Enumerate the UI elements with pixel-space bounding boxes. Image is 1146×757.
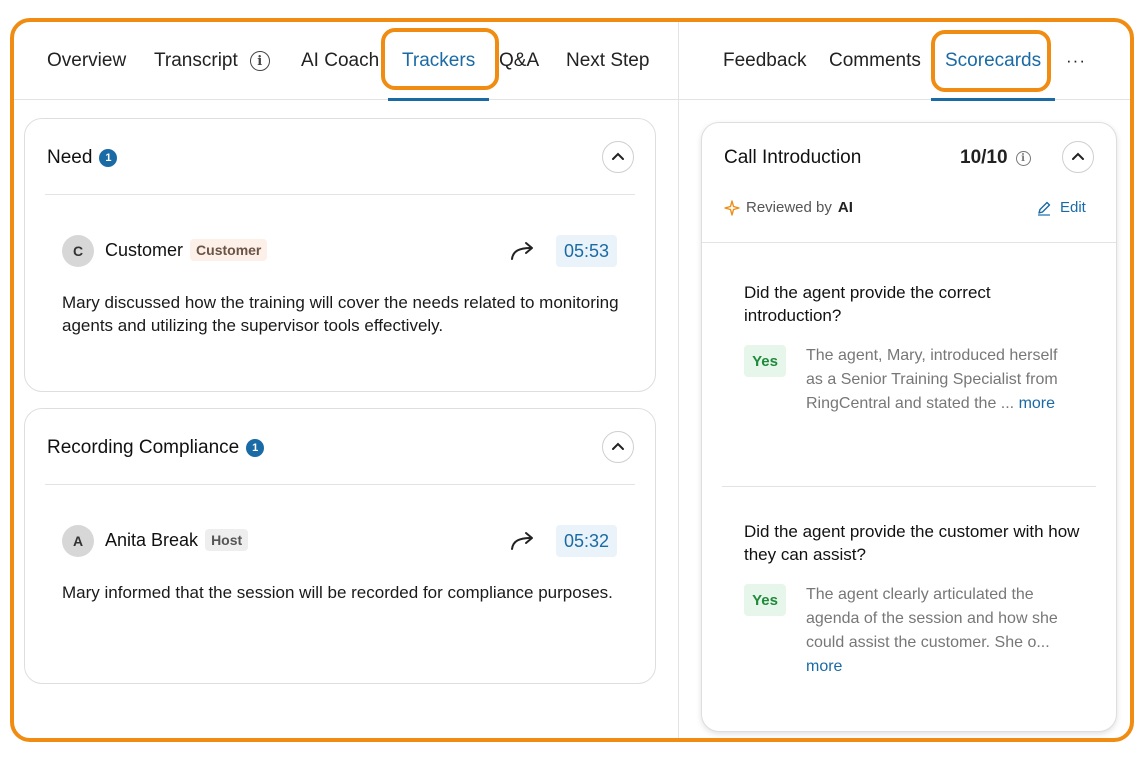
scorecard-title: Call Introduction [724,147,862,168]
role-tag: Customer [190,239,268,261]
info-icon[interactable]: i [1015,150,1031,166]
speaker-name: Customer [105,239,184,260]
timestamp-chip[interactable]: 05:32 [556,525,617,557]
right-tab-bar: Feedback Comments Scorecards ··· [679,22,1130,101]
count-badge: 1 [99,149,118,167]
speaker-name: Anita Break [105,529,199,550]
reviewer-name: AI [837,199,853,216]
tab-comments[interactable]: Comments [829,22,921,100]
avatar: C [62,235,94,267]
tracker-title-label: Recording Compliance [47,437,240,458]
question-text: Did the agent provide the correct introd… [744,283,991,325]
panel-divider [678,22,679,738]
sparkle-icon [724,199,740,216]
app-frame: Overview Transcript i AI Coach Trackers … [10,18,1134,742]
count-badge: 1 [246,439,265,457]
answer-badge: Yes [744,345,786,377]
scorecard-card: Call Introduction 10/10 i Reviewed by AI… [701,122,1117,732]
info-icon[interactable]: i [249,51,270,71]
tracker-title-label: Need [47,147,93,168]
more-link[interactable]: more [1019,395,1055,412]
share-icon[interactable] [509,530,537,552]
score-value: 10/10 [960,147,1008,168]
question-text: Did the agent provide the customer with … [744,522,1080,564]
edit-label: Edit [1060,199,1086,216]
reviewed-by-label: Reviewed by [746,199,832,216]
edit-button[interactable]: Edit [1036,199,1086,216]
answer-summary: The agent clearly articulated the agenda… [806,586,1058,651]
tab-transcript[interactable]: Transcript i [154,22,270,100]
card-divider [45,194,635,195]
question-divider [722,486,1096,487]
tab-trackers[interactable]: Trackers [387,22,490,101]
tracker-title: Recording Compliance 1 [47,437,265,459]
collapse-button[interactable] [602,141,634,173]
tab-scorecards[interactable]: Scorecards [930,22,1056,101]
timestamp-chip[interactable]: 05:53 [556,235,617,267]
answer-badge: Yes [744,584,786,616]
speaker-info: Anita Break Host [105,529,249,551]
tab-qa[interactable]: Q&A [499,22,539,100]
avatar: A [62,525,94,557]
answer-text: The agent, Mary, introduced herself as a… [806,344,1076,416]
scorecard-divider [702,242,1116,243]
chevron-up-icon [612,152,624,160]
tab-overview[interactable]: Overview [47,22,126,100]
collapse-button[interactable] [1062,141,1094,173]
pencil-icon [1038,201,1051,216]
role-tag: Host [205,529,249,551]
scorecard-score: 10/10 i [960,147,1031,169]
tracker-card-need: Need 1 C Customer Customer 05:53 Mary di… [24,118,656,392]
tracker-card-recording-compliance: Recording Compliance 1 A Anita Break Hos… [24,408,656,684]
tracker-text: Mary informed that the session will be r… [62,583,613,602]
left-tab-bar: Overview Transcript i AI Coach Trackers … [14,22,678,101]
more-tabs-button[interactable]: ··· [1066,22,1086,100]
share-icon[interactable] [509,240,537,262]
tab-transcript-label: Transcript [154,50,238,71]
reviewed-by: Reviewed by AI [724,199,853,216]
tracker-title: Need 1 [47,147,118,169]
collapse-button[interactable] [602,431,634,463]
answer-text: The agent clearly articulated the agenda… [806,583,1076,679]
more-link[interactable]: more [806,658,842,675]
tab-ai-coach[interactable]: AI Coach [301,22,379,100]
tab-feedback[interactable]: Feedback [723,22,806,100]
chevron-up-icon [612,442,624,450]
speaker-info: Customer Customer [105,239,268,261]
card-divider [45,484,635,485]
tab-next-step[interactable]: Next Step [566,22,649,100]
tracker-text: Mary discussed how the training will cov… [62,293,619,335]
chevron-up-icon [1072,152,1084,160]
